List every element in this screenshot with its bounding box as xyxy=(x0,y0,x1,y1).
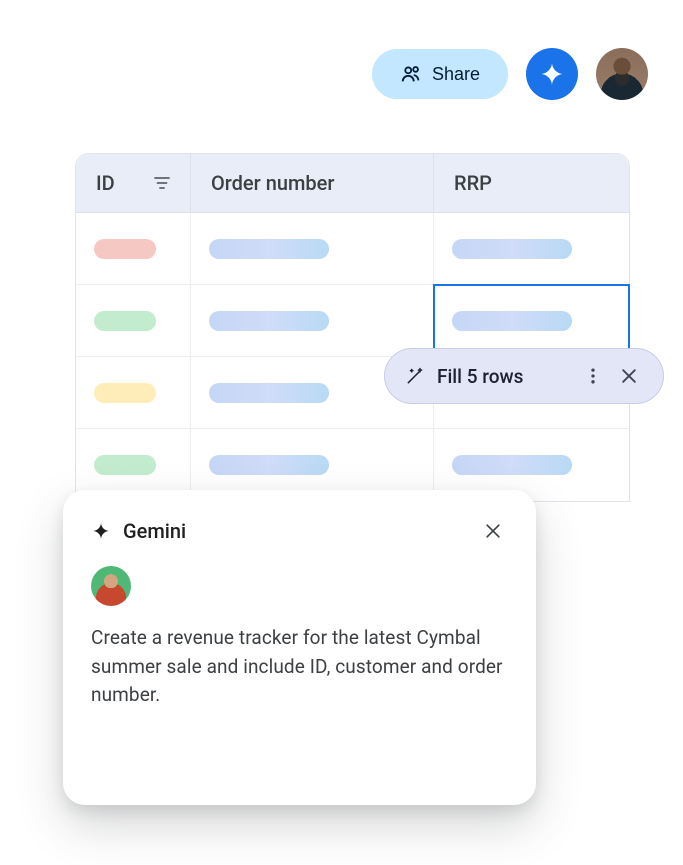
column-header-order[interactable]: Order number xyxy=(191,154,434,212)
cell-id[interactable] xyxy=(76,213,191,284)
column-label-order: Order number xyxy=(211,171,334,195)
column-label-rrp: RRP xyxy=(454,171,492,195)
placeholder-pill xyxy=(94,239,156,259)
gemini-close-button[interactable] xyxy=(478,516,508,546)
placeholder-pill xyxy=(209,383,329,403)
gemini-header: Gemini xyxy=(91,516,508,546)
placeholder-pill xyxy=(452,311,572,331)
gemini-panel: Gemini Create a revenue tracker for the … xyxy=(63,490,536,805)
more-options-button[interactable] xyxy=(575,358,611,394)
placeholder-pill xyxy=(452,239,572,259)
column-header-rrp[interactable]: RRP xyxy=(434,154,629,212)
close-icon xyxy=(483,521,503,541)
gemini-title-group: Gemini xyxy=(91,519,186,543)
gemini-sparkle-button[interactable] xyxy=(526,48,578,100)
top-bar: Share xyxy=(372,48,648,100)
cell-order[interactable] xyxy=(191,213,434,284)
data-table: ID Order number RRP xyxy=(75,153,630,502)
sparkle-icon xyxy=(538,60,566,88)
gemini-prompt-text: Create a revenue tracker for the latest … xyxy=(91,624,508,710)
prompt-user-avatar xyxy=(91,566,131,606)
column-header-id[interactable]: ID xyxy=(76,154,191,212)
cell-id[interactable] xyxy=(76,357,191,428)
cell-order[interactable] xyxy=(191,285,434,356)
sparkle-icon xyxy=(91,521,111,541)
dismiss-fill-button[interactable] xyxy=(611,358,647,394)
fill-label: Fill 5 rows xyxy=(437,365,575,388)
placeholder-pill xyxy=(452,455,572,475)
user-avatar[interactable] xyxy=(596,48,648,100)
table-header: ID Order number RRP xyxy=(76,154,629,213)
fill-suggestion-pill[interactable]: Fill 5 rows xyxy=(384,348,664,404)
share-label: Share xyxy=(432,64,480,85)
gemini-title: Gemini xyxy=(123,519,186,543)
cell-id[interactable] xyxy=(76,285,191,356)
cell-rrp[interactable] xyxy=(434,213,629,284)
placeholder-pill xyxy=(94,383,156,403)
placeholder-pill xyxy=(94,311,156,331)
placeholder-pill xyxy=(94,455,156,475)
people-icon xyxy=(400,63,422,85)
table-row[interactable] xyxy=(76,285,629,357)
close-icon xyxy=(619,366,639,386)
placeholder-pill xyxy=(209,239,329,259)
more-vert-icon xyxy=(583,366,603,386)
share-button[interactable]: Share xyxy=(372,49,508,99)
column-label-id: ID xyxy=(96,171,115,195)
cell-rrp-selected[interactable] xyxy=(434,285,629,356)
filter-icon[interactable] xyxy=(154,176,170,190)
placeholder-pill xyxy=(209,311,329,331)
magic-wand-icon xyxy=(405,366,425,386)
placeholder-pill xyxy=(209,455,329,475)
table-row[interactable] xyxy=(76,213,629,285)
